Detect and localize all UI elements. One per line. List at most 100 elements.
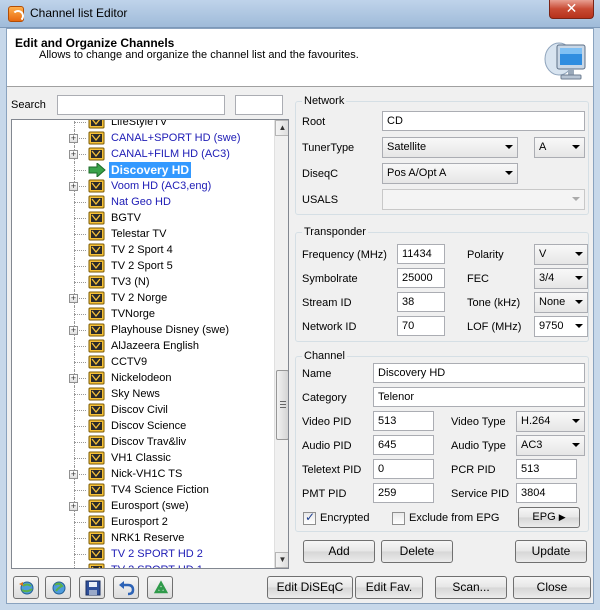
scroll-down-button[interactable]: ▼ <box>275 552 288 568</box>
tree-row[interactable]: VH1 Classic <box>12 450 274 466</box>
scroll-thumb[interactable] <box>276 370 288 440</box>
tuner-letter-select[interactable]: A <box>534 137 585 158</box>
tree-row[interactable]: LifeStyleTV <box>12 120 274 130</box>
expand-toggle[interactable]: + <box>69 294 78 303</box>
networkid-input[interactable]: 70 <box>397 316 445 336</box>
edit-fav-button[interactable]: Edit Fav. <box>355 576 423 599</box>
save-button[interactable] <box>79 576 105 599</box>
streamid-input[interactable]: 38 <box>397 292 445 312</box>
tree-row[interactable]: TV4 Science Fiction <box>12 482 274 498</box>
expand-toggle[interactable]: + <box>69 502 78 511</box>
channel-label: TV 2 Sport 5 <box>111 260 173 272</box>
videotype-select[interactable]: H.264 <box>516 411 585 432</box>
tree-row[interactable]: Sky News <box>12 386 274 402</box>
update-button[interactable]: Update <box>515 540 587 563</box>
lof-select[interactable]: 9750 <box>534 316 588 337</box>
symbolrate-input[interactable]: 25000 <box>397 268 445 288</box>
videopid-input[interactable]: 513 <box>373 411 434 431</box>
tree-row[interactable]: + Nickelodeon <box>12 370 274 386</box>
tree-row[interactable]: + CANAL+FILM HD (AC3) <box>12 146 274 162</box>
delete-button[interactable]: Delete <box>381 540 453 563</box>
channel-label: CCTV9 <box>111 356 148 368</box>
channel-label: BGTV <box>111 212 141 224</box>
search-secondary-input[interactable] <box>235 95 283 115</box>
polarity-select[interactable]: V <box>534 244 588 265</box>
tv-channel-icon <box>88 467 105 481</box>
root-input[interactable]: CD <box>382 111 585 131</box>
tv-channel-icon <box>88 211 105 225</box>
fec-select[interactable]: 3/4 <box>534 268 588 289</box>
tree-row[interactable]: BGTV <box>12 210 274 226</box>
tree-scrollbar[interactable]: ▲ ▼ <box>274 120 288 568</box>
tree-row[interactable]: Eurosport 2 <box>12 514 274 530</box>
tree-row[interactable]: + Eurosport (swe) <box>12 498 274 514</box>
tree-row[interactable]: NRK1 Reserve <box>12 530 274 546</box>
tree-row[interactable]: Discov Trav&liv <box>12 434 274 450</box>
tone-select[interactable]: None <box>534 292 588 313</box>
tree-row[interactable]: TV 2 Sport 5 <box>12 258 274 274</box>
audiotype-select[interactable]: AC3 <box>516 435 585 456</box>
network-group-title: Network <box>302 95 347 107</box>
tree-row[interactable]: + Voom HD (AC3,eng) <box>12 178 274 194</box>
scan-button[interactable]: Scan... <box>435 576 507 599</box>
frequency-label: Frequency (MHz) <box>302 249 387 261</box>
add-button[interactable]: Add <box>303 540 375 563</box>
exclude-epg-label: Exclude from EPG <box>409 512 500 524</box>
serviceid-input[interactable]: 3804 <box>516 483 577 503</box>
window-close-button[interactable]: ✕ <box>549 0 594 19</box>
globe-button[interactable] <box>45 576 71 599</box>
undo-button[interactable] <box>113 576 139 599</box>
tree-row[interactable]: Discov Science <box>12 418 274 434</box>
refresh-globe-icon <box>19 581 34 595</box>
tree-row[interactable]: Nat Geo HD <box>12 194 274 210</box>
refresh-globe-button[interactable] <box>13 576 39 599</box>
channel-name-input[interactable]: Discovery HD <box>373 363 585 383</box>
epg-button[interactable]: EPG ▶ <box>518 507 580 528</box>
expand-toggle[interactable]: + <box>69 326 78 335</box>
serviceid-label: Service PID <box>451 488 510 500</box>
channel-label: TV 2 Norge <box>111 292 168 304</box>
tree-row[interactable]: CCTV9 <box>12 354 274 370</box>
teletextpid-input[interactable]: 0 <box>373 459 434 479</box>
tree-row[interactable]: Discov Civil <box>12 402 274 418</box>
tree-row[interactable]: TV 2 SPORT HD 2 <box>12 546 274 562</box>
pcrpid-input[interactable]: 513 <box>516 459 577 479</box>
tree-row[interactable]: TV 2 SPORT HD 1 <box>12 562 274 568</box>
pmtpid-input[interactable]: 259 <box>373 483 434 503</box>
expand-toggle[interactable]: + <box>69 182 78 191</box>
expand-toggle[interactable]: + <box>69 150 78 159</box>
tree-row[interactable]: + Playhouse Disney (swe) <box>12 322 274 338</box>
channel-tree[interactable]: LifeStyleTV + CANAL+SPORT HD (swe) + CANAL+F… <box>11 119 289 569</box>
audiopid-input[interactable]: 645 <box>373 435 434 455</box>
tv-channel-icon <box>88 499 105 513</box>
tree-row[interactable]: Discovery HD <box>12 161 274 179</box>
tree-row[interactable]: Telestar TV <box>12 226 274 242</box>
frequency-input[interactable]: 11434 <box>397 244 445 264</box>
recycle-button[interactable] <box>147 576 173 599</box>
title-bar[interactable]: Channel list Editor ✕ <box>0 0 600 28</box>
tree-row[interactable]: TVNorge <box>12 306 274 322</box>
tree-row[interactable]: TV3 (N) <box>12 274 274 290</box>
tree-row[interactable]: + Nick-VH1C TS <box>12 466 274 482</box>
tree-row[interactable]: TV 2 Sport 4 <box>12 242 274 258</box>
scroll-up-button[interactable]: ▲ <box>275 120 288 136</box>
monitor-icon <box>544 42 586 80</box>
expand-toggle[interactable]: + <box>69 470 78 479</box>
tv-channel-icon <box>88 403 105 417</box>
tree-row[interactable]: + CANAL+SPORT HD (swe) <box>12 130 274 146</box>
expand-toggle[interactable]: + <box>69 134 78 143</box>
tree-row[interactable]: + TV 2 Norge <box>12 290 274 306</box>
exclude-epg-checkbox[interactable] <box>392 512 405 525</box>
encrypted-checkbox[interactable] <box>303 510 316 525</box>
tunertype-select[interactable]: Satellite <box>382 137 518 158</box>
channel-category-input[interactable]: Telenor <box>373 387 585 407</box>
edit-diseqc-button[interactable]: Edit DiSEqC <box>267 576 353 599</box>
play-arrow-icon: ▶ <box>558 512 566 522</box>
search-input[interactable] <box>57 95 225 115</box>
tv-channel-icon <box>88 291 105 305</box>
usals-select[interactable] <box>382 189 585 210</box>
diseqc-select[interactable]: Pos A/Opt A <box>382 163 518 184</box>
expand-toggle[interactable]: + <box>69 374 78 383</box>
tree-row[interactable]: AlJazeera English <box>12 338 274 354</box>
close-button[interactable]: Close <box>513 576 591 599</box>
